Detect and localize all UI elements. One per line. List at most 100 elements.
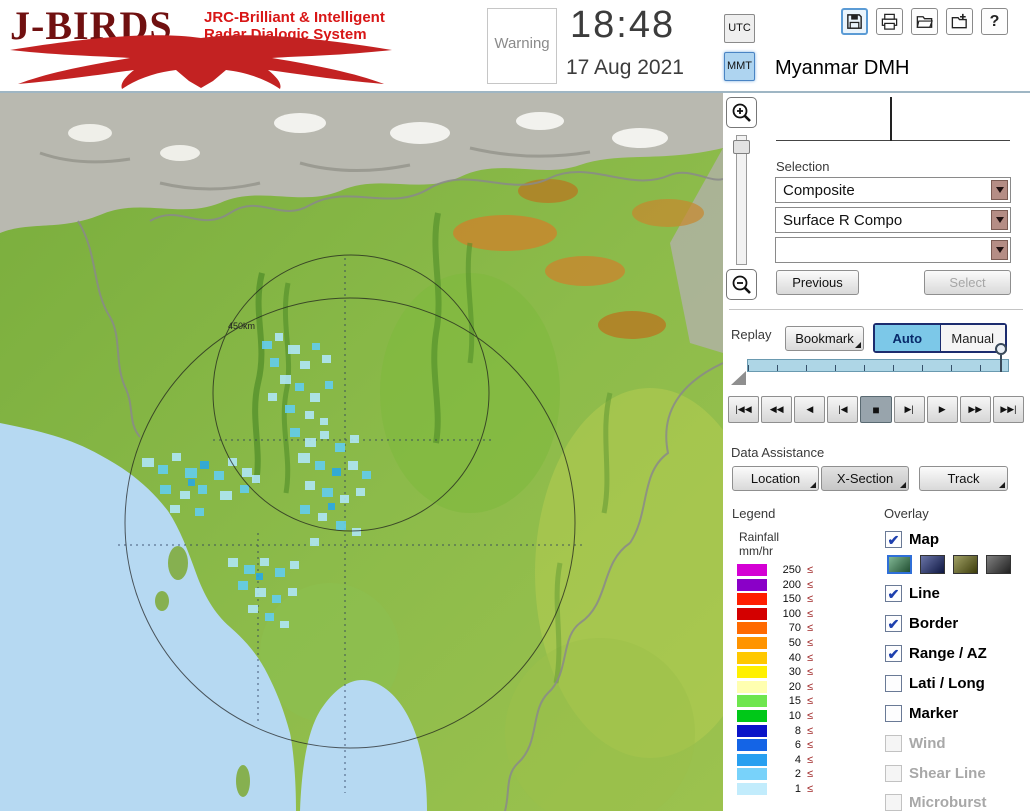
legend-color-swatch xyxy=(737,564,767,576)
folder-plus-icon xyxy=(951,13,967,29)
dropdown-arrow-button[interactable] xyxy=(991,240,1008,260)
replay-mode-toggle: Auto Manual xyxy=(873,323,1007,353)
legend-value: 50 xyxy=(788,636,801,649)
previous-button[interactable]: Previous xyxy=(776,270,859,295)
step-forward-button[interactable]: ▶| xyxy=(893,396,925,423)
utc-button[interactable]: UTC xyxy=(724,14,755,43)
location-button[interactable]: Location xyxy=(732,466,819,491)
save-button[interactable] xyxy=(841,8,868,35)
warning-display: Warning xyxy=(487,8,557,84)
legend-value: 2 xyxy=(794,768,801,781)
help-icon: ? xyxy=(989,12,1000,30)
checkbox-marker[interactable] xyxy=(885,705,902,722)
fast-forward-button[interactable]: ▶▶ xyxy=(959,396,991,423)
timeline-slider[interactable] xyxy=(747,359,1009,372)
zoom-in-icon xyxy=(732,103,751,122)
overlay-item-lati-long[interactable]: Lati / Long xyxy=(885,675,985,692)
import-button[interactable] xyxy=(946,8,973,35)
selection-section-label: Selection xyxy=(776,159,830,174)
print-button[interactable] xyxy=(876,8,903,35)
track-label: Track xyxy=(947,471,980,486)
checkbox-border[interactable]: ✔ xyxy=(885,615,902,632)
help-button[interactable]: ? xyxy=(981,8,1008,35)
fast-rewind-button[interactable]: ◀◀ xyxy=(761,396,793,423)
track-button[interactable]: Track xyxy=(919,466,1008,491)
overlay-label-map: Map xyxy=(909,531,939,548)
select-button[interactable]: Select xyxy=(924,270,1011,295)
timeline-handle[interactable] xyxy=(995,343,1008,373)
play-backward-button[interactable]: ◀ xyxy=(794,396,826,423)
legend-leq: ≤ xyxy=(807,636,814,649)
checkbox-range-az[interactable]: ✔ xyxy=(885,645,902,662)
folder-icon xyxy=(916,16,933,28)
legend-row: 8 ≤ xyxy=(737,724,813,737)
product-dropdown[interactable]: Surface R Compo xyxy=(775,207,1011,233)
dropdown-value: Surface R Compo xyxy=(783,212,903,229)
zoom-slider-handle[interactable] xyxy=(733,140,750,154)
replay-section-label: Replay xyxy=(731,327,772,342)
sub-product-dropdown[interactable] xyxy=(775,237,1011,263)
legend-color-swatch xyxy=(737,739,767,752)
legend-color-swatch xyxy=(737,607,767,620)
overlay-item-border[interactable]: ✔ Border xyxy=(885,615,958,632)
timeline-ticks xyxy=(748,365,1008,371)
zoom-in-button[interactable] xyxy=(726,97,757,128)
legend-section-label: Legend xyxy=(732,506,776,521)
save-icon xyxy=(847,14,862,29)
auto-mode-button[interactable]: Auto xyxy=(875,325,941,351)
legend-leq: ≤ xyxy=(807,607,814,620)
mmt-button[interactable]: MMT xyxy=(724,52,755,81)
zoom-slider[interactable] xyxy=(733,135,750,265)
section-divider xyxy=(729,309,1023,310)
corner-mark xyxy=(855,342,861,348)
playback-controls: |◀◀ ◀◀ ◀ |◀ ■ ▶| ▶ ▶▶ ▶▶| xyxy=(728,396,1024,423)
legend-color-swatch xyxy=(737,666,767,679)
map-scheme-olive[interactable] xyxy=(953,555,978,574)
bookmark-label: Bookmark xyxy=(795,331,854,346)
legend-row: 20 ≤ xyxy=(737,680,813,693)
stop-button[interactable]: ■ xyxy=(860,396,892,423)
dropdown-arrow-button[interactable] xyxy=(991,210,1008,230)
overlay-item-line[interactable]: ✔ Line xyxy=(885,585,940,602)
legend-color-swatch xyxy=(737,578,767,591)
checkbox-microburst xyxy=(885,794,902,811)
dropdown-arrow-button[interactable] xyxy=(991,180,1008,200)
legend-leq: ≤ xyxy=(807,709,814,722)
map-scheme-swatches xyxy=(887,555,1011,574)
checkbox-line[interactable]: ✔ xyxy=(885,585,902,602)
legend-value: 1 xyxy=(794,782,801,795)
step-back-button[interactable]: |◀ xyxy=(827,396,859,423)
overlay-section-label: Overlay xyxy=(884,506,929,521)
checkbox-lati-long[interactable] xyxy=(885,675,902,692)
check-icon: ✔ xyxy=(887,645,900,662)
checkbox-map[interactable]: ✔ xyxy=(885,531,902,548)
overlay-item-range-az[interactable]: ✔ Range / AZ xyxy=(885,645,987,662)
legend-row: 15 ≤ xyxy=(737,695,813,708)
info-divider xyxy=(890,97,892,141)
play-button[interactable]: ▶ xyxy=(926,396,958,423)
timeline-left-marker[interactable] xyxy=(731,371,746,385)
map-scheme-terrain[interactable] xyxy=(887,555,912,574)
legend-row: 30 ≤ xyxy=(737,666,813,679)
legend-value: 250 xyxy=(782,564,801,576)
open-file-button[interactable] xyxy=(911,8,938,35)
bookmark-button[interactable]: Bookmark xyxy=(785,326,864,351)
overlay-item-marker[interactable]: Marker xyxy=(885,705,958,722)
radar-map-canvas: 450km xyxy=(0,93,723,811)
legend-value: 15 xyxy=(788,695,801,708)
legend-color-swatch xyxy=(737,768,767,781)
map-scheme-navy[interactable] xyxy=(920,555,945,574)
legend-value: 6 xyxy=(794,739,801,752)
overlay-item-map[interactable]: ✔ Map xyxy=(885,531,939,548)
legend-value: 200 xyxy=(782,578,801,591)
radar-map[interactable]: 450km xyxy=(0,93,723,811)
overlay-label-wind: Wind xyxy=(909,735,946,752)
x-section-button[interactable]: X-Section xyxy=(821,466,909,491)
map-scheme-gray[interactable] xyxy=(986,555,1011,574)
skip-to-start-button[interactable]: |◀◀ xyxy=(728,396,760,423)
composite-dropdown[interactable]: Composite xyxy=(775,177,1011,203)
legend-row: 4 ≤ xyxy=(737,753,813,766)
app-logo: J-BIRDS JRC-Brilliant & Intelligent Rada… xyxy=(6,2,416,92)
skip-to-end-button[interactable]: ▶▶| xyxy=(992,396,1024,423)
zoom-out-button[interactable] xyxy=(726,269,757,300)
